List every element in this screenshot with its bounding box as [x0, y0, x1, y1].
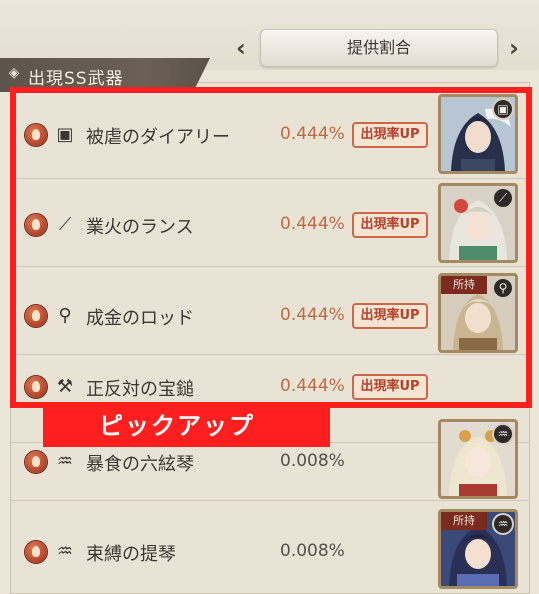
- character-portrait[interactable]: ⟋: [438, 183, 518, 263]
- pickup-label: ピックアップ: [43, 405, 330, 447]
- rate-value: 0.444%: [280, 214, 345, 234]
- diamond-icon: ◈: [8, 65, 20, 81]
- weapon-name: 被虐のダイアリー: [86, 127, 230, 148]
- rate-up-badge: 出現率UP: [352, 122, 428, 148]
- hammer-icon: ⚒: [56, 376, 74, 397]
- element-orb-icon: [25, 305, 47, 327]
- character-portrait[interactable]: ♒: [438, 419, 518, 499]
- book-icon: ▣: [56, 124, 74, 145]
- harp-icon: ♒: [492, 513, 514, 535]
- section-title: 出現SS武器: [28, 69, 124, 89]
- list-item[interactable]: ⚲ 成金のロッド 0.444% 出現率UP 所持 ⚲: [10, 267, 530, 355]
- weapon-name: 束縛の提琴: [86, 544, 176, 565]
- row-divider: [10, 500, 530, 501]
- rate-value: 0.444%: [280, 124, 345, 144]
- rate-value: 0.444%: [280, 376, 345, 396]
- chevron-right-icon[interactable]: ›: [503, 34, 525, 62]
- list-item[interactable]: ♒ 束縛の提琴 0.008% 所持 ♒: [10, 503, 530, 591]
- harp-icon: ♒: [56, 451, 74, 472]
- element-orb-icon: [25, 214, 47, 236]
- element-orb-icon: [25, 376, 47, 398]
- rates-tab-button[interactable]: 提供割合: [260, 29, 498, 67]
- spear-icon: ⟋: [58, 214, 72, 235]
- rate-value: 0.008%: [280, 541, 345, 561]
- owned-badge: 所持: [441, 512, 487, 530]
- element-orb-icon: [25, 124, 47, 146]
- spear-icon: ⟋: [492, 187, 514, 209]
- weapon-name: 業火のランス: [86, 217, 194, 238]
- harp-icon: ♒: [492, 423, 514, 445]
- staff-icon: ⚲: [58, 305, 72, 326]
- rate-up-badge: 出現率UP: [352, 374, 428, 400]
- weapon-name: 成金のロッド: [86, 308, 194, 329]
- rate-up-badge: 出現率UP: [352, 303, 428, 329]
- staff-icon: ⚲: [492, 277, 514, 299]
- character-portrait[interactable]: 所持 ♒: [438, 509, 518, 589]
- harp-icon: ♒: [56, 541, 74, 562]
- book-icon: ▣: [492, 98, 514, 120]
- rate-value: 0.008%: [280, 451, 345, 471]
- list-item[interactable]: ▣ 被虐のダイアリー 0.444% 出現率UP ▣: [10, 91, 530, 179]
- section-header: ◈ 出現SS武器: [0, 58, 210, 92]
- character-portrait[interactable]: ▣: [438, 94, 518, 174]
- element-orb-icon: [25, 451, 47, 473]
- character-portrait[interactable]: 所持 ⚲: [438, 273, 518, 353]
- weapon-name: 正反対の宝鎚: [86, 379, 194, 400]
- chevron-left-icon[interactable]: ‹: [230, 34, 252, 62]
- list-item[interactable]: ⟋ 業火のランス 0.444% 出現率UP ⟋: [10, 179, 530, 267]
- rate-value: 0.444%: [280, 305, 345, 325]
- element-orb-icon: [25, 541, 47, 563]
- rate-up-badge: 出現率UP: [352, 212, 428, 238]
- owned-badge: 所持: [441, 276, 487, 294]
- weapon-name: 暴食の六絃琴: [86, 454, 194, 475]
